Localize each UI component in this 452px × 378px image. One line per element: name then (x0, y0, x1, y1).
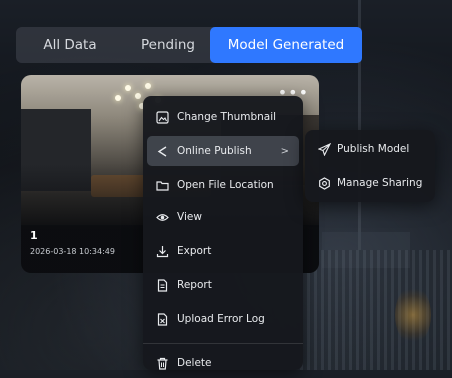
submenu-item-label: Publish Model (337, 143, 410, 155)
context-menu: Change Thumbnail Online Publish > Open F… (143, 96, 303, 370)
menu-item-label: Delete (177, 357, 212, 369)
menu-item-delete[interactable]: Delete (147, 348, 299, 378)
share-icon (155, 144, 169, 158)
report-icon (155, 278, 169, 292)
send-icon (317, 142, 331, 156)
submenu-item-label: Manage Sharing (337, 177, 423, 189)
submenu-item-manage-sharing[interactable]: Manage Sharing (309, 168, 431, 198)
menu-item-label: Export (177, 245, 212, 257)
menu-item-export[interactable]: Export (147, 236, 299, 266)
menu-item-label: Change Thumbnail (177, 111, 277, 123)
submenu-item-publish-model[interactable]: Publish Model (309, 134, 431, 164)
card-title: 1 (30, 229, 38, 242)
image-icon (155, 110, 169, 124)
download-icon (155, 244, 169, 258)
menu-divider (143, 343, 303, 344)
menu-item-label: View (177, 211, 202, 223)
card-timestamp: 2026-03-18 10:34:49 (30, 247, 115, 256)
background-lamp (395, 285, 431, 345)
trash-icon (155, 356, 169, 370)
tab-pending[interactable]: Pending (120, 27, 216, 63)
menu-item-view[interactable]: View (147, 202, 299, 232)
menu-item-online-publish[interactable]: Online Publish > (147, 136, 299, 166)
error-log-icon (155, 312, 169, 326)
menu-item-label: Online Publish (177, 145, 252, 157)
menu-item-label: Report (177, 279, 212, 291)
menu-item-label: Upload Error Log (177, 313, 265, 325)
menu-item-upload-error-log[interactable]: Upload Error Log (147, 304, 299, 334)
gear-icon (317, 176, 331, 190)
publish-submenu: Publish Model Manage Sharing (305, 130, 435, 202)
tab-model-generated[interactable]: Model Generated (210, 27, 362, 63)
menu-item-label: Open File Location (177, 179, 274, 191)
tab-all-data[interactable]: All Data (26, 27, 114, 63)
menu-item-change-thumbnail[interactable]: Change Thumbnail (147, 102, 299, 132)
menu-item-open-file-location[interactable]: Open File Location (147, 170, 299, 200)
folder-icon (155, 178, 169, 192)
filter-tabs: All Data Pending Model Generated (16, 27, 362, 63)
menu-item-report[interactable]: Report (147, 270, 299, 300)
eye-icon (155, 210, 169, 224)
chevron-right-icon: > (280, 145, 289, 157)
